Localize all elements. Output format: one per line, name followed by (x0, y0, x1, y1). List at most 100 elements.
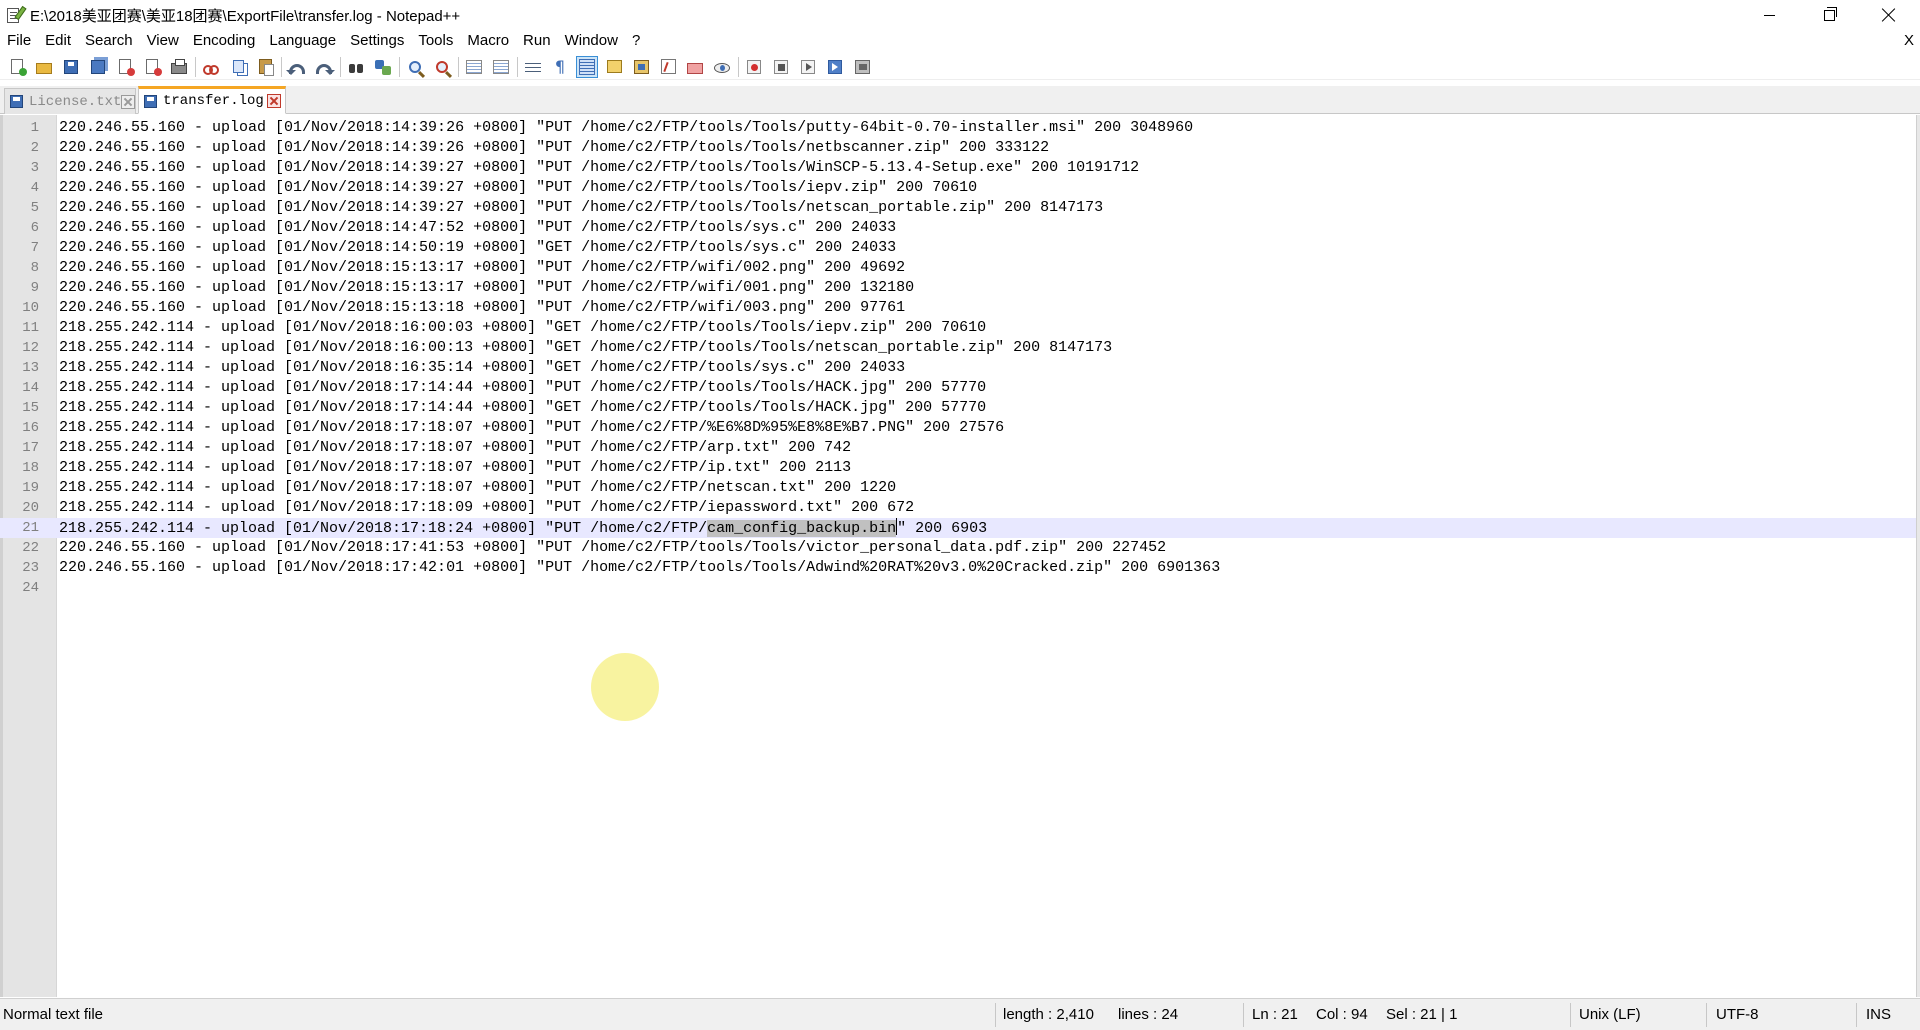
menu-help[interactable]: ? (625, 30, 647, 52)
print-button[interactable] (168, 56, 190, 78)
editor-line[interactable]: 6 220.246.55.160 - upload [01/Nov/2018:14… (0, 218, 1916, 238)
line-text[interactable]: 218.255.242.114 - upload [01/Nov/2018:17… (59, 438, 851, 458)
restore-button[interactable] (1806, 0, 1852, 30)
menu-encoding[interactable]: Encoding (186, 30, 263, 52)
copy-button[interactable] (227, 56, 249, 78)
status-insert-mode[interactable]: INS (1866, 999, 1891, 1030)
editor-line[interactable]: 8 220.246.55.160 - upload [01/Nov/2018:15… (0, 258, 1916, 278)
word-wrap-button[interactable] (522, 56, 544, 78)
editor-line[interactable]: 12 218.255.242.114 - upload [01/Nov/2018:… (0, 338, 1916, 358)
monitoring-button[interactable] (711, 56, 733, 78)
zoom-in-button[interactable] (404, 56, 426, 78)
open-file-button[interactable] (33, 56, 55, 78)
editor-line[interactable]: 5 220.246.55.160 - upload [01/Nov/2018:14… (0, 198, 1916, 218)
tab-license-txt[interactable]: License.txt (4, 88, 136, 114)
close-document-button[interactable]: X (1904, 30, 1914, 52)
close-button[interactable] (114, 56, 136, 78)
close-all-button[interactable] (141, 56, 163, 78)
line-text[interactable]: 220.246.55.160 - upload [01/Nov/2018:15:… (59, 278, 914, 298)
editor-line[interactable]: 19 218.255.242.114 - upload [01/Nov/2018:… (0, 478, 1916, 498)
tab-close-icon[interactable] (267, 94, 281, 108)
minimize-button[interactable] (1746, 0, 1792, 30)
editor-line[interactable]: 4 220.246.55.160 - upload [01/Nov/2018:14… (0, 178, 1916, 198)
editor-line[interactable]: 1 220.246.55.160 - upload [01/Nov/2018:14… (0, 118, 1916, 138)
save-button[interactable] (60, 56, 82, 78)
save-macro-button[interactable] (851, 56, 873, 78)
close-window-button[interactable] (1866, 0, 1912, 30)
line-text[interactable]: 218.255.242.114 - upload [01/Nov/2018:16… (59, 338, 1112, 358)
line-text[interactable]: 220.246.55.160 - upload [01/Nov/2018:14:… (59, 118, 1193, 138)
run-macro-multiple-button[interactable] (824, 56, 846, 78)
line-text[interactable]: 220.246.55.160 - upload [01/Nov/2018:17:… (59, 558, 1220, 578)
status-eol[interactable]: Unix (LF) (1579, 999, 1641, 1030)
find-button[interactable] (345, 56, 367, 78)
line-text[interactable]: 220.246.55.160 - upload [01/Nov/2018:14:… (59, 158, 1139, 178)
redo-button[interactable] (313, 56, 335, 78)
editor-area[interactable]: 1 220.246.55.160 - upload [01/Nov/2018:14… (0, 115, 1920, 997)
editor-line[interactable]: 2 220.246.55.160 - upload [01/Nov/2018:14… (0, 138, 1916, 158)
zoom-out-button[interactable] (431, 56, 453, 78)
editor-line[interactable]: 23 220.246.55.160 - upload [01/Nov/2018:1… (0, 558, 1916, 578)
line-text[interactable]: 220.246.55.160 - upload [01/Nov/2018:14:… (59, 238, 896, 258)
line-text[interactable]: 218.255.242.114 - upload [01/Nov/2018:17… (59, 478, 896, 498)
editor-line[interactable]: 21 218.255.242.114 - upload [01/Nov/2018:… (0, 518, 1916, 538)
menu-macro[interactable]: Macro (460, 30, 516, 52)
editor-line[interactable]: 17 218.255.242.114 - upload [01/Nov/2018:… (0, 438, 1916, 458)
play-macro-button[interactable] (797, 56, 819, 78)
line-text[interactable]: 218.255.242.114 - upload [01/Nov/2018:17… (59, 458, 851, 478)
menu-language[interactable]: Language (262, 30, 343, 52)
tab-transfer-log[interactable]: transfer.log (138, 86, 286, 114)
line-text[interactable]: 220.246.55.160 - upload [01/Nov/2018:14:… (59, 218, 896, 238)
menu-search[interactable]: Search (78, 30, 140, 52)
editor-line[interactable]: 3 220.246.55.160 - upload [01/Nov/2018:14… (0, 158, 1916, 178)
sync-vertical-button[interactable] (463, 56, 485, 78)
record-macro-button[interactable] (743, 56, 765, 78)
line-text[interactable]: 218.255.242.114 - upload [01/Nov/2018:17… (59, 498, 914, 518)
status-encoding[interactable]: UTF-8 (1716, 999, 1759, 1030)
menu-window[interactable]: Window (558, 30, 625, 52)
editor-line[interactable]: 20 218.255.242.114 - upload [01/Nov/2018:… (0, 498, 1916, 518)
line-text[interactable]: 220.246.55.160 - upload [01/Nov/2018:15:… (59, 258, 905, 278)
editor-line[interactable]: 16 218.255.242.114 - upload [01/Nov/2018:… (0, 418, 1916, 438)
line-text[interactable]: 220.246.55.160 - upload [01/Nov/2018:17:… (59, 538, 1166, 558)
editor-line[interactable]: 18 218.255.242.114 - upload [01/Nov/2018:… (0, 458, 1916, 478)
show-all-chars-button[interactable]: ¶ (549, 56, 571, 78)
line-text[interactable]: 220.246.55.160 - upload [01/Nov/2018:15:… (59, 298, 905, 318)
replace-button[interactable] (372, 56, 394, 78)
paste-button[interactable] (254, 56, 276, 78)
editor-line[interactable]: 11 218.255.242.114 - upload [01/Nov/2018:… (0, 318, 1916, 338)
function-list-button[interactable] (657, 56, 679, 78)
undo-button[interactable] (286, 56, 308, 78)
user-defined-lang-button[interactable] (603, 56, 625, 78)
menu-tools[interactable]: Tools (411, 30, 460, 52)
line-text[interactable]: 220.246.55.160 - upload [01/Nov/2018:14:… (59, 198, 1103, 218)
doc-map-button[interactable] (630, 56, 652, 78)
editor-line[interactable]: 15 218.255.242.114 - upload [01/Nov/2018:… (0, 398, 1916, 418)
line-text[interactable]: 218.255.242.114 - upload [01/Nov/2018:17… (59, 378, 986, 398)
line-text[interactable]: 218.255.242.114 - upload [01/Nov/2018:16… (59, 318, 986, 338)
editor-line[interactable]: 7 220.246.55.160 - upload [01/Nov/2018:14… (0, 238, 1916, 258)
menu-edit[interactable]: Edit (38, 30, 78, 52)
editor-line[interactable]: 24 (0, 578, 1916, 598)
line-text[interactable]: 218.255.242.114 - upload [01/Nov/2018:17… (59, 518, 987, 539)
save-all-button[interactable] (87, 56, 109, 78)
editor-line[interactable]: 13 218.255.242.114 - upload [01/Nov/2018:… (0, 358, 1916, 378)
indent-guide-button[interactable] (576, 55, 598, 78)
new-file-button[interactable] (6, 56, 28, 78)
sync-horizontal-button[interactable] (490, 56, 512, 78)
menu-run[interactable]: Run (516, 30, 558, 52)
editor-line[interactable]: 10 220.246.55.160 - upload [01/Nov/2018:1… (0, 298, 1916, 318)
editor-line[interactable]: 14 218.255.242.114 - upload [01/Nov/2018:… (0, 378, 1916, 398)
selected-text[interactable]: cam_config_backup.bin (707, 520, 897, 537)
menu-file[interactable]: File (0, 30, 38, 52)
stop-macro-button[interactable] (770, 56, 792, 78)
line-text[interactable]: 218.255.242.114 - upload [01/Nov/2018:17… (59, 398, 986, 418)
cut-button[interactable] (200, 56, 222, 78)
editor-line[interactable]: 22 220.246.55.160 - upload [01/Nov/2018:1… (0, 538, 1916, 558)
editor-line[interactable]: 9 220.246.55.160 - upload [01/Nov/2018:15… (0, 278, 1916, 298)
folder-as-workspace-button[interactable] (684, 56, 706, 78)
menu-view[interactable]: View (140, 30, 186, 52)
tab-close-icon[interactable] (121, 94, 136, 109)
menu-settings[interactable]: Settings (343, 30, 411, 52)
line-text[interactable]: 220.246.55.160 - upload [01/Nov/2018:14:… (59, 138, 1049, 158)
